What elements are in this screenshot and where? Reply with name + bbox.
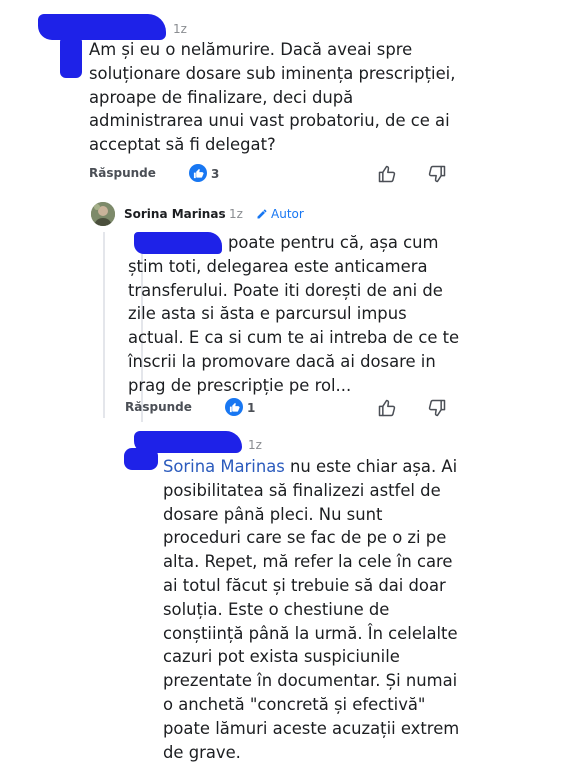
separator: · xyxy=(221,207,225,221)
comment-text-body: nu este chiar așa. Ai posibilitatea să f… xyxy=(163,457,460,762)
like-count: 1 xyxy=(247,401,256,415)
avatar[interactable] xyxy=(91,202,115,226)
pencil-icon xyxy=(256,207,268,219)
like-count: 3 xyxy=(211,167,220,181)
author-name[interactable]: Sorina Marinas xyxy=(124,207,226,221)
thread-line xyxy=(103,232,105,418)
thumbs-down-icon[interactable] xyxy=(427,164,447,184)
comment-text: poate pentru că, așa cum știm toti, dele… xyxy=(128,233,460,395)
comment-time[interactable]: 1z xyxy=(248,438,262,452)
redacted-author-name xyxy=(38,14,166,40)
reply-button[interactable]: Răspunde xyxy=(125,400,192,414)
redacted-author-avatar xyxy=(60,36,82,78)
comment-time[interactable]: 1z xyxy=(173,22,187,36)
redacted-author-avatar xyxy=(124,448,158,470)
thumbs-up-icon[interactable] xyxy=(377,398,397,418)
mention-link[interactable]: Sorina Marinas xyxy=(163,457,285,476)
like-badge-icon xyxy=(225,398,243,416)
comment-time[interactable]: 1z xyxy=(229,207,243,221)
thumbs-up-icon[interactable] xyxy=(377,164,397,184)
comment-text: Am și eu o nelămurire. Dacă aveai spre s… xyxy=(89,40,456,155)
comment-text: Sorina Marinas nu este chiar așa. Ai pos… xyxy=(163,455,573,764)
thumbs-down-icon[interactable] xyxy=(427,398,447,418)
reply-button[interactable]: Răspunde xyxy=(89,166,156,180)
like-badge-icon xyxy=(189,164,207,182)
author-badge: Autor xyxy=(271,207,304,221)
